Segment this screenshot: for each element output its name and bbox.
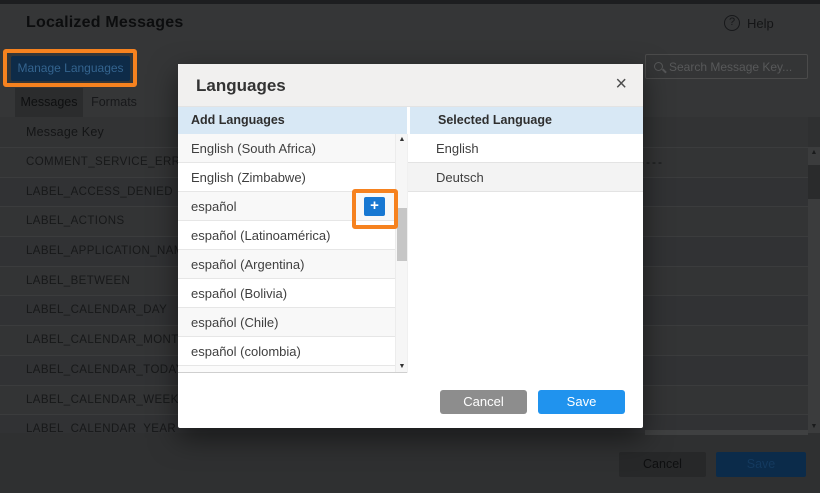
language-label: español (Bolivia) bbox=[191, 286, 287, 301]
close-icon[interactable]: × bbox=[615, 73, 627, 96]
help-link[interactable]: ? Help bbox=[724, 15, 774, 31]
add-languages-column-header: Add Languages bbox=[178, 107, 407, 134]
localized-messages-page: Localized Messages ? Help Manage Languag… bbox=[0, 0, 820, 493]
search-placeholder: Search Message Key... bbox=[669, 60, 792, 74]
page-cancel-button[interactable]: Cancel bbox=[619, 452, 706, 477]
dialog-footer: Cancel Save bbox=[178, 373, 643, 428]
selected-language-item[interactable]: English bbox=[408, 134, 643, 163]
language-label: español (Argentina) bbox=[191, 257, 304, 272]
list-item[interactable]: español (Chile) bbox=[178, 308, 395, 337]
annotation-box-manage-languages bbox=[3, 49, 137, 87]
scroll-up-icon[interactable]: ▲ bbox=[396, 136, 407, 143]
page-title: Localized Messages bbox=[26, 14, 183, 32]
dialog-body: English (South Africa) English (Zimbabwe… bbox=[178, 134, 643, 373]
search-icon bbox=[654, 62, 663, 71]
language-label: English (Zimbabwe) bbox=[191, 170, 306, 185]
scroll-down-icon[interactable]: ▼ bbox=[396, 363, 407, 370]
list-item[interactable]: English (South Africa) bbox=[178, 134, 395, 163]
language-label: español (Latinoamérica) bbox=[191, 228, 330, 243]
dialog-header: Languages × bbox=[178, 64, 643, 107]
scrollbar-thumb[interactable] bbox=[808, 165, 820, 199]
language-label: español (Chile) bbox=[191, 315, 278, 330]
list-item[interactable]: español (Bolivia) bbox=[178, 279, 395, 308]
language-label: English (South Africa) bbox=[191, 141, 316, 156]
language-label: español bbox=[191, 199, 237, 214]
page-save-button[interactable]: Save bbox=[716, 452, 806, 477]
language-label: español (colombia) bbox=[191, 344, 301, 359]
scroll-up-icon[interactable]: ▲ bbox=[808, 149, 820, 156]
dialog-save-button[interactable]: Save bbox=[538, 390, 625, 414]
scroll-down-icon[interactable]: ▼ bbox=[808, 423, 820, 430]
selected-language-column-header: Selected Language bbox=[410, 107, 643, 134]
add-languages-list: English (South Africa) English (Zimbabwe… bbox=[178, 134, 407, 373]
list-item[interactable]: español (Argentina) bbox=[178, 250, 395, 279]
tab-messages[interactable]: Messages bbox=[15, 88, 83, 117]
table-vertical-scrollbar[interactable]: ▲ ▼ bbox=[808, 147, 820, 433]
help-label: Help bbox=[747, 16, 774, 31]
list-item-partial bbox=[178, 366, 395, 373]
selected-language-item[interactable]: Deutsch bbox=[408, 163, 643, 192]
help-icon: ? bbox=[724, 15, 740, 31]
dialog-title: Languages bbox=[196, 64, 286, 107]
tab-formats[interactable]: Formats bbox=[83, 88, 145, 117]
languages-dialog: Languages × Add Languages Selected Langu… bbox=[178, 64, 643, 428]
list-item[interactable]: español (colombia) bbox=[178, 337, 395, 366]
dialog-column-headers: Add Languages Selected Language bbox=[178, 107, 643, 134]
list-item[interactable]: English (Zimbabwe) bbox=[178, 163, 395, 192]
table-horizontal-scrollbar[interactable] bbox=[645, 430, 808, 435]
scrollbar-thumb[interactable] bbox=[397, 208, 407, 261]
languages-list-scrollbar[interactable]: ▲ ▼ bbox=[395, 134, 407, 373]
annotation-box-add-button bbox=[352, 189, 398, 229]
dialog-cancel-button[interactable]: Cancel bbox=[440, 390, 527, 414]
selected-languages-list: English Deutsch bbox=[407, 134, 643, 373]
search-input[interactable]: Search Message Key... bbox=[645, 54, 808, 79]
